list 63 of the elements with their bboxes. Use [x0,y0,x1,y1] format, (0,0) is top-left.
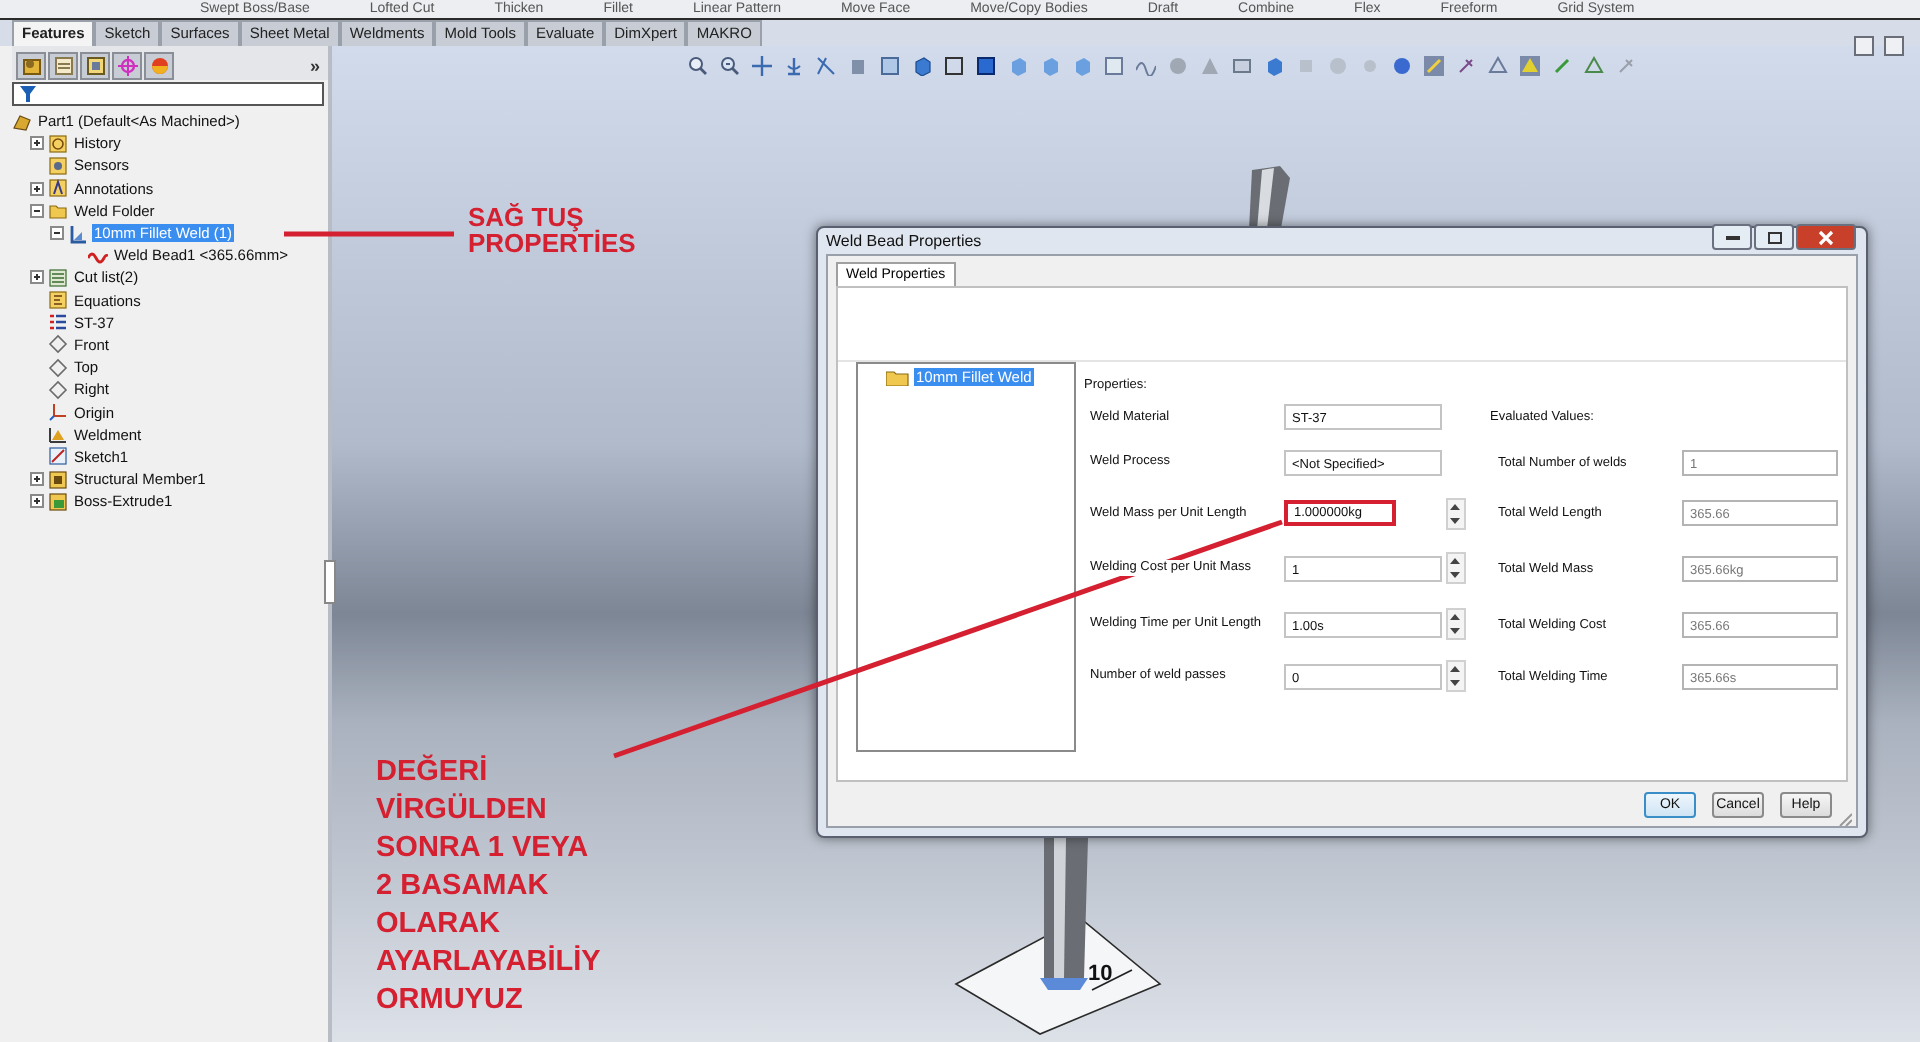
sensor-icon [48,155,68,176]
expand-toggle-icon[interactable] [30,472,44,487]
plane-icon [48,357,68,378]
structural-member-icon [48,469,68,490]
expand-toggle-icon[interactable] [30,181,44,196]
panel-splitter-handle[interactable] [324,560,336,604]
folder-icon [886,368,910,386]
crosshair-icon [117,55,137,75]
property-sheet-icon [53,55,73,75]
panel-tab[interactable] [48,51,78,79]
plane-icon [48,379,68,400]
filter-icon[interactable] [20,86,36,102]
minimize-icon [1725,235,1739,239]
panel-tab[interactable] [112,51,142,79]
display-style-icon[interactable] [880,56,900,76]
sketch-icon [48,446,68,467]
window-tile-button[interactable] [1854,36,1874,56]
folder-icon [48,200,68,221]
fillet-weld-icon [68,223,88,244]
filter-field[interactable] [12,82,324,106]
collapse-toggle-icon[interactable] [50,226,64,241]
box-icon[interactable] [848,56,868,76]
panel-tab[interactable] [16,51,46,79]
dimension-label: 10 [1088,962,1113,986]
letter-a-icon [48,178,68,199]
collapse-toggle-icon[interactable] [30,203,44,218]
maximize-icon [1767,231,1781,243]
pan-icon[interactable] [752,56,772,76]
weldment-icon [48,424,68,445]
list-icon [48,267,68,288]
spinner-control[interactable] [1446,497,1466,529]
spinner-control[interactable] [1446,552,1466,584]
resize-grip-icon[interactable] [1838,812,1852,826]
annotation-text: DEĞERİ VİRGÜLDEN SONRA 1 VEYA 2 BASAMAK OLARAK AYARLAYABİLİY ORMUYUZ [376,754,601,1020]
panel-tab[interactable] [144,51,174,79]
zoom-area-icon[interactable] [720,56,740,76]
close-button[interactable] [1796,224,1856,250]
plane-icon [48,334,68,355]
extrude-icon [48,491,68,512]
spinner-control[interactable] [1446,660,1466,692]
configuration-icon [85,55,105,75]
expand-toggle-icon[interactable] [30,494,44,509]
expand-toggle-icon[interactable] [30,270,44,285]
equation-icon [48,290,68,311]
zoom-to-fit-icon[interactable] [688,56,708,76]
panel-tab[interactable] [80,51,110,79]
window-restore-button[interactable] [1884,36,1904,56]
sheet-icon[interactable] [1104,56,1124,76]
annotation-text: SAĞ TUŞ PROPERTİES [468,204,636,256]
tree-icon [21,55,41,75]
clock-icon [48,133,68,154]
appearance-sphere-icon [149,55,169,75]
minimize-button[interactable] [1712,224,1752,250]
origin-axes-icon [48,402,68,423]
close-icon [1818,229,1834,245]
expand-toggle-icon[interactable] [30,136,44,151]
part-icon [12,111,32,132]
spinner-control[interactable] [1446,608,1466,640]
curve-icon[interactable] [1136,56,1156,76]
dialog-title: Weld Bead Properties [826,232,982,250]
material-icon [48,312,68,333]
expand-panel-button[interactable]: » [309,55,320,75]
maximize-button[interactable] [1754,224,1794,250]
